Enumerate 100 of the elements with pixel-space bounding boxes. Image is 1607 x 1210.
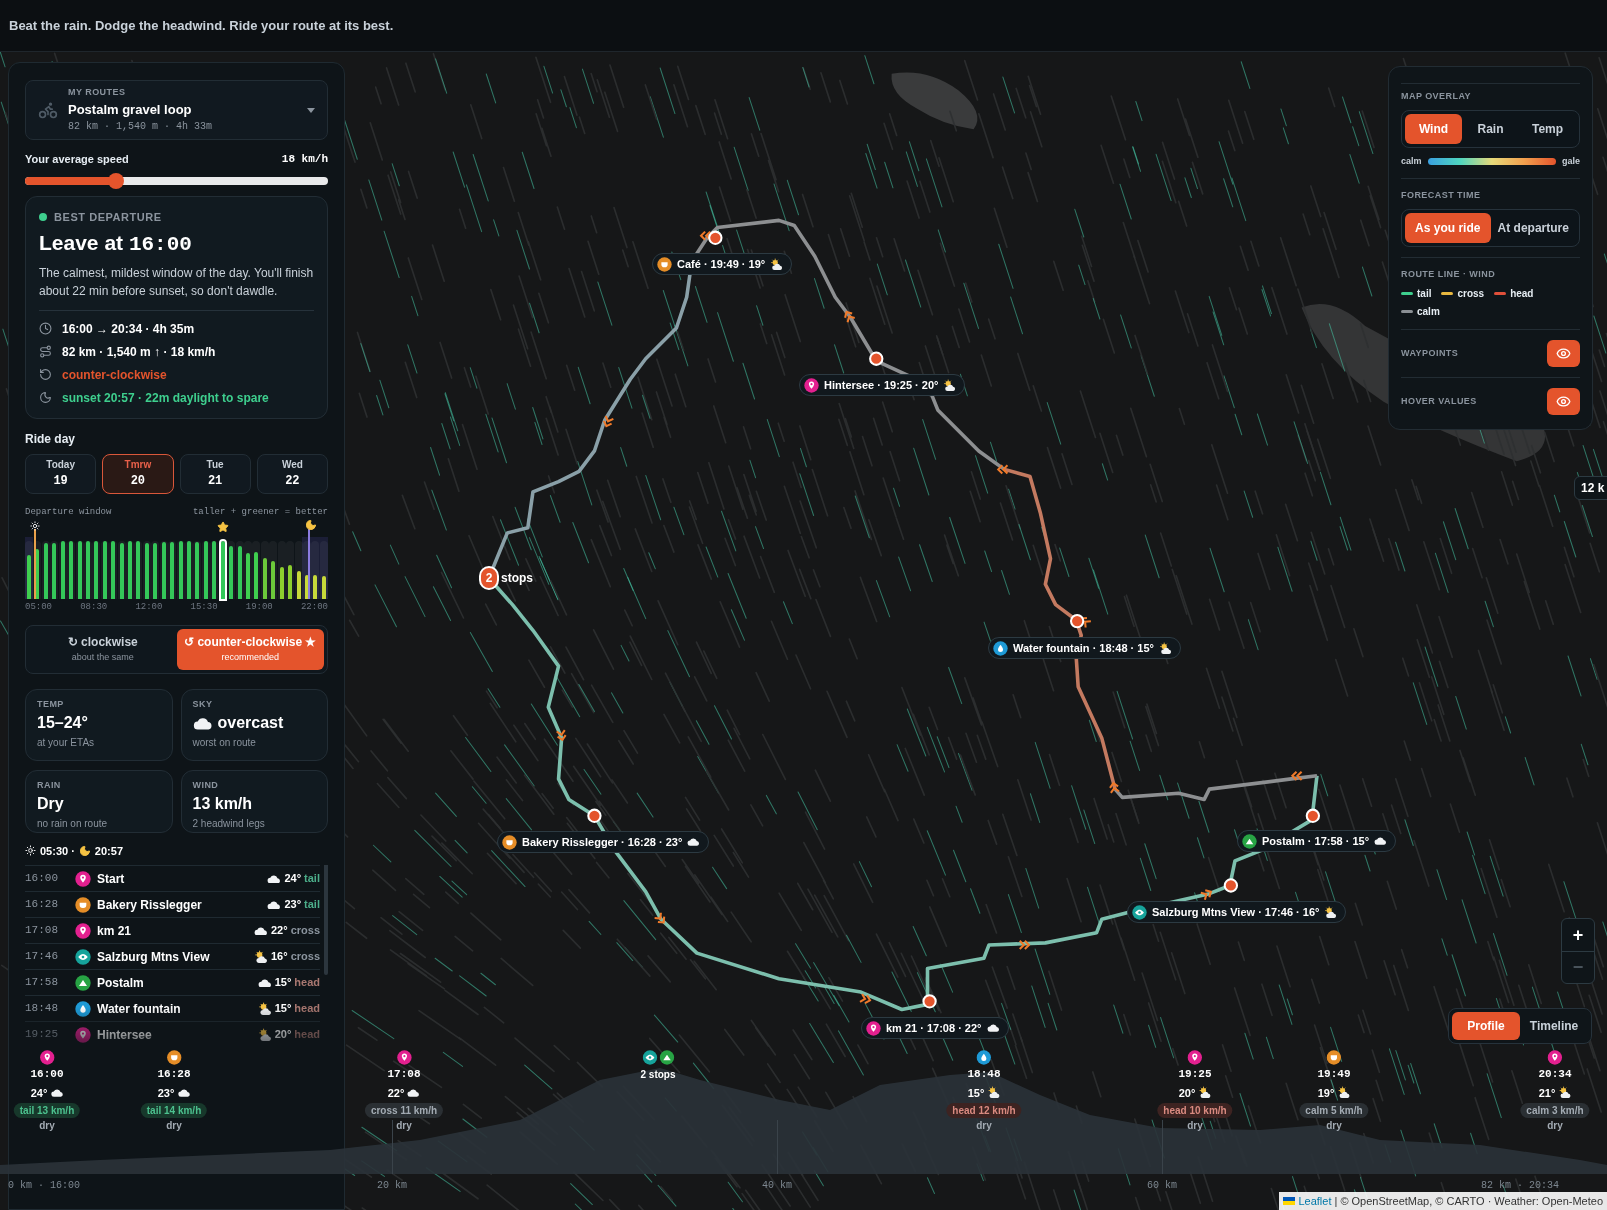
stat-value: overcast xyxy=(217,713,284,733)
visibility-toggle[interactable] xyxy=(1547,340,1580,367)
wind-chip: cross 11 km/h xyxy=(364,1103,444,1118)
route-selector[interactable]: MY ROUTES Postalm gravel loop 82 km · 1,540 m · 4h 33m xyxy=(25,80,328,140)
profile-stop[interactable]: 17:08 22° cross 11 km/h dry xyxy=(364,1050,444,1133)
map-pin-icon xyxy=(1187,1050,1203,1065)
waypoint-label[interactable]: Hintersee · 19:25 · 20° xyxy=(799,374,966,396)
profile-stop[interactable]: 2 stops xyxy=(640,1050,676,1082)
stat-value: 15–24° xyxy=(37,713,88,733)
wind-type: head xyxy=(294,1027,320,1043)
drop-icon xyxy=(993,640,1008,656)
window-bar[interactable] xyxy=(237,545,242,599)
sun-cloud-icon xyxy=(1158,641,1172,655)
waypoint-label[interactable]: km 21 · 17:08 · 22° xyxy=(861,1017,1009,1039)
window-bar[interactable] xyxy=(245,552,250,599)
window-bar[interactable] xyxy=(304,575,309,599)
window-bar[interactable] xyxy=(271,561,276,599)
map-pin-icon xyxy=(75,870,91,887)
speed-reading: 18 km/h xyxy=(281,152,328,167)
day-tab[interactable]: Tmrw 20 xyxy=(102,453,174,494)
stop-temp: 23° xyxy=(157,1085,175,1101)
itinerary-row[interactable]: 17:08 km 21 22° cross xyxy=(25,917,320,943)
legend-label: head xyxy=(1510,287,1534,301)
wind-type: cross xyxy=(290,923,320,939)
zoom-in-button[interactable]: + xyxy=(1562,919,1594,951)
waypoint-marker[interactable] xyxy=(1305,808,1321,823)
departure-fact: 82 km · 1,540 m ↑ · 18 km/h xyxy=(62,343,216,361)
window-bar[interactable] xyxy=(262,558,267,599)
waypoint-label[interactable]: Salzburg Mtns View · 17:46 · 16° xyxy=(1127,901,1347,923)
window-bar[interactable] xyxy=(321,576,326,599)
speed-slider[interactable] xyxy=(25,172,328,189)
itinerary-row[interactable]: 17:58 Postalm 15° head xyxy=(25,969,320,995)
day-tab[interactable]: Wed 22 xyxy=(256,453,328,494)
overlay-tab[interactable]: Temp xyxy=(1519,113,1576,144)
overlay-tab[interactable]: Rain xyxy=(1462,113,1519,144)
itinerary-row[interactable]: 17:46 Salzburg Mtns View 16° cross xyxy=(25,943,320,969)
map-pin-icon xyxy=(804,377,819,393)
leaflet-link[interactable]: Leaflet xyxy=(1298,1192,1332,1209)
visibility-toggle[interactable] xyxy=(1547,388,1580,415)
waypoint-label[interactable]: Bakery Risslegger · 16:28 · 23° xyxy=(497,831,710,853)
eye-icon xyxy=(642,1050,657,1065)
waypoint-name: Start xyxy=(97,870,126,888)
window-bar[interactable] xyxy=(279,567,284,599)
axis-tick: 19:00 xyxy=(245,601,273,614)
eta-time: 17:08 xyxy=(25,923,59,939)
bike-icon xyxy=(38,100,58,120)
waypoint-marker[interactable] xyxy=(1223,878,1239,893)
sun-cloud-icon xyxy=(1337,1086,1351,1100)
cup-icon xyxy=(502,834,517,850)
cloud-icon xyxy=(192,716,213,730)
window-bar[interactable] xyxy=(296,570,301,599)
waypoint-marker[interactable] xyxy=(708,230,723,245)
itinerary-row[interactable]: 19:25 Hintersee 20° head xyxy=(25,1021,320,1047)
overlay-tab[interactable]: Wind xyxy=(1405,113,1462,144)
cloud-icon xyxy=(50,1088,64,1098)
cloud-icon xyxy=(407,1088,421,1098)
eta-time: 16:00 xyxy=(25,871,59,887)
mountain-icon xyxy=(75,974,91,991)
waypoint-label[interactable]: Café · 19:49 · 19° xyxy=(652,253,793,275)
sun-cloud-icon xyxy=(943,378,957,392)
window-bar[interactable] xyxy=(288,565,293,599)
profile-stop[interactable]: 16:00 24° tail 13 km/h dry xyxy=(13,1050,81,1133)
itinerary-row[interactable]: 16:28 Bakery Risslegger 23° tail xyxy=(25,891,320,917)
window-bar[interactable] xyxy=(313,575,318,599)
profile-stop[interactable]: 19:49 19° calm 5 km/h dry xyxy=(1299,1050,1369,1133)
profile-stop[interactable]: 19:25 20° head 10 km/h dry xyxy=(1157,1050,1233,1133)
view-tab[interactable]: Timeline xyxy=(1520,1012,1588,1040)
itinerary-row[interactable]: 18:48 Water fountain 15° head xyxy=(25,995,320,1021)
waypoint-label[interactable]: Water fountain · 18:48 · 15° xyxy=(988,637,1181,659)
view-tab[interactable]: Profile xyxy=(1452,1012,1520,1040)
waypoint-label[interactable]: Postalm · 17:58 · 15° xyxy=(1237,830,1397,852)
day-tab[interactable]: Today 19 xyxy=(25,453,97,494)
waypoint-marker[interactable] xyxy=(869,351,884,366)
axis-tick: 22:00 xyxy=(300,601,328,614)
forecast-tab[interactable]: As you ride xyxy=(1405,212,1491,243)
sun-cloud-icon xyxy=(257,1001,272,1016)
waypoint-marker[interactable] xyxy=(922,994,937,1009)
stat-value: Dry xyxy=(37,794,64,814)
direction-option[interactable]: ↻ clockwise about the same xyxy=(29,628,177,670)
moon-icon xyxy=(305,519,317,531)
day-tab[interactable]: Tue 21 xyxy=(179,453,251,494)
profile-stop[interactable]: 20:34 21° calm 3 km/h dry xyxy=(1520,1050,1590,1133)
waypoint-marker[interactable] xyxy=(587,808,602,823)
direction-option[interactable]: ↺ counter-clockwise ★ recommended xyxy=(176,628,324,670)
waypoint-marker[interactable] xyxy=(1069,613,1085,629)
waypoint-name: Postalm xyxy=(97,974,145,992)
eta-temp: 15° xyxy=(274,975,292,991)
waypoint-name: Water fountain xyxy=(97,1000,182,1018)
itinerary-row[interactable]: 16:00 Start 24° tail xyxy=(25,865,320,891)
profile-stop[interactable]: 16:28 23° tail 14 km/h dry xyxy=(140,1050,208,1133)
profile-stop[interactable]: 18:48 15° head 12 km/h dry xyxy=(946,1050,1022,1133)
map-pin-icon xyxy=(75,1026,91,1043)
window-bar[interactable] xyxy=(229,545,234,599)
cup-icon xyxy=(75,896,91,913)
section-heading: MAP OVERLAY xyxy=(1401,90,1472,103)
window-bar[interactable] xyxy=(27,554,31,599)
forecast-tab[interactable]: At departure xyxy=(1490,212,1576,243)
window-bar[interactable] xyxy=(254,552,259,599)
stat-value: 13 km/h xyxy=(192,794,253,814)
axis-tick: 12:00 xyxy=(135,601,163,614)
